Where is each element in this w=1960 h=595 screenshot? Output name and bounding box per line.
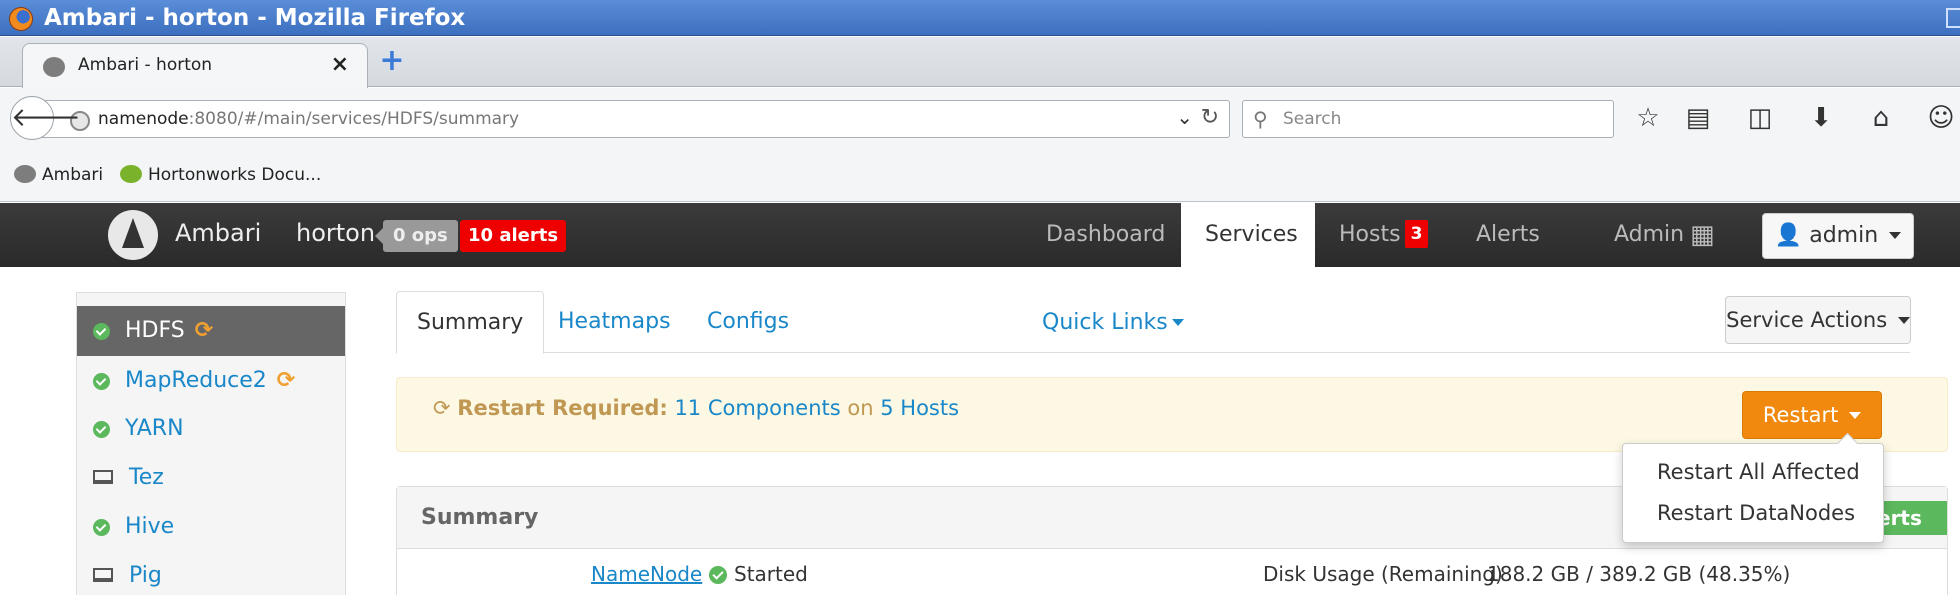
cluster-name: horton [296,219,376,247]
user-icon: 👤 [1774,223,1803,248]
nav-dashboard[interactable]: Dashboard [1022,203,1189,267]
search-icon: ⚲ [1253,107,1268,131]
url-text[interactable]: namenode:8080/#/main/services/HDFS/summa… [98,109,519,129]
sidebar-item-mapreduce2[interactable]: MapReduce2 ⟳ [77,356,345,406]
search-input[interactable]: Search [1283,109,1341,129]
nav-services[interactable]: Services [1181,203,1315,267]
laptop-icon [93,568,113,582]
alerts-button[interactable]: erts [1873,501,1947,535]
restart-button[interactable]: Restart [1742,391,1882,439]
ambari-header: Ambari horton 0 ops 10 alerts Dashboard … [0,203,1960,267]
chat-icon[interactable]: ☺ [1925,102,1957,134]
browser-navbar: namenode:8080/#/main/services/HDFS/summa… [0,88,1960,148]
disk-usage-label: Disk Usage (Remaining) [1263,562,1503,586]
search-bar[interactable]: ⚲ Search [1242,100,1614,138]
firefox-logo-icon [9,7,33,31]
user-menu-button[interactable]: 👤 admin [1762,213,1914,259]
browser-tab[interactable]: Ambari - horton × [22,43,368,88]
bookmarks-bar: Ambari Hortonworks Docu... [0,148,1960,202]
sidebar-item-tez[interactable]: Tez [77,453,345,503]
quick-links-dropdown[interactable]: Quick Links [1042,310,1184,335]
ops-badge[interactable]: 0 ops [375,220,458,252]
check-icon [93,323,110,340]
bookmark-ambari[interactable]: Ambari [14,165,103,185]
ambari-brand[interactable]: Ambari [175,219,261,247]
hosts-link[interactable]: 5 Hosts [880,396,959,420]
ambari-favicon-icon [43,57,65,77]
namenode-status: Started [734,562,808,586]
service-actions-button[interactable]: Service Actions [1725,296,1911,344]
components-link[interactable]: 11 Components [674,396,840,420]
sidebar-item-pig[interactable]: Pig [77,551,345,595]
restart-dropdown-menu: Restart All Affected Restart DataNodes [1622,443,1884,543]
check-icon [93,421,110,438]
check-icon [93,519,110,536]
started-check-icon [709,566,727,584]
reload-icon[interactable]: ↻ [1201,105,1219,130]
nav-hosts[interactable]: Hosts 3 [1315,203,1452,267]
url-dropdown-icon[interactable]: ⌄ [1176,105,1193,129]
restart-message: ⟳ Restart Required: 11 Components on 5 H… [433,396,960,420]
bookmark-star-icon[interactable]: ☆ [1632,102,1664,134]
menu-restart-all-affected[interactable]: Restart All Affected [1657,460,1860,484]
sidebar-item-hive[interactable]: Hive [77,502,345,552]
check-icon [93,373,110,390]
menu-restart-datanodes[interactable]: Restart DataNodes [1657,501,1855,525]
bookmark-hortonworks-docs[interactable]: Hortonworks Docu... [120,165,321,185]
pocket-icon[interactable]: ◫ [1744,102,1776,134]
ambari-bookmark-icon [14,165,36,183]
back-button[interactable]: 🡐 [10,96,81,140]
alerts-badge[interactable]: 10 alerts [460,220,567,252]
services-sidebar: HDFS ⟳ MapReduce2 ⟳ YARN Tez Hive Pig [76,292,346,595]
home-icon[interactable]: ⌂ [1865,102,1897,134]
views-grid-icon[interactable]: ▦ [1690,222,1722,248]
window-title: Ambari - horton - Mozilla Firefox [44,5,466,31]
restart-required-icon: ⟳ [276,368,296,393]
new-tab-icon[interactable]: + [376,45,408,77]
tab-title: Ambari - horton [78,55,213,75]
window-titlebar: Ambari - horton - Mozilla Firefox [0,0,1960,36]
disk-usage-value: 188.2 GB / 389.2 GB (48.35%) [1487,562,1791,586]
tab-configs[interactable]: Configs [687,291,809,353]
nav-alerts[interactable]: Alerts [1452,203,1564,267]
namenode-link[interactable]: NameNode [591,562,702,586]
hortonworks-elephant-icon [120,165,142,183]
reading-list-icon[interactable]: ▤ [1682,102,1714,134]
tab-close-icon[interactable]: × [331,52,349,77]
restart-required-icon: ⟳ [194,318,214,343]
download-icon[interactable]: ⬇ [1805,102,1837,134]
restart-icon: ⟳ [433,396,451,420]
ambari-logo-icon[interactable] [108,210,158,260]
sidebar-item-yarn[interactable]: YARN [77,404,345,454]
tab-summary[interactable]: Summary [396,291,545,354]
laptop-icon [93,470,113,484]
hosts-count-badge: 3 [1404,220,1429,248]
tab-heatmaps[interactable]: Heatmaps [538,291,691,353]
restart-required-bar: ⟳ Restart Required: 11 Components on 5 H… [396,377,1948,452]
summary-title: Summary [421,505,539,530]
window-control-icon[interactable] [1946,8,1960,28]
sidebar-item-hdfs[interactable]: HDFS ⟳ [77,306,345,356]
browser-tab-strip: Ambari - horton × + [0,37,1960,88]
url-bar[interactable]: namenode:8080/#/main/services/HDFS/summa… [38,100,1230,138]
